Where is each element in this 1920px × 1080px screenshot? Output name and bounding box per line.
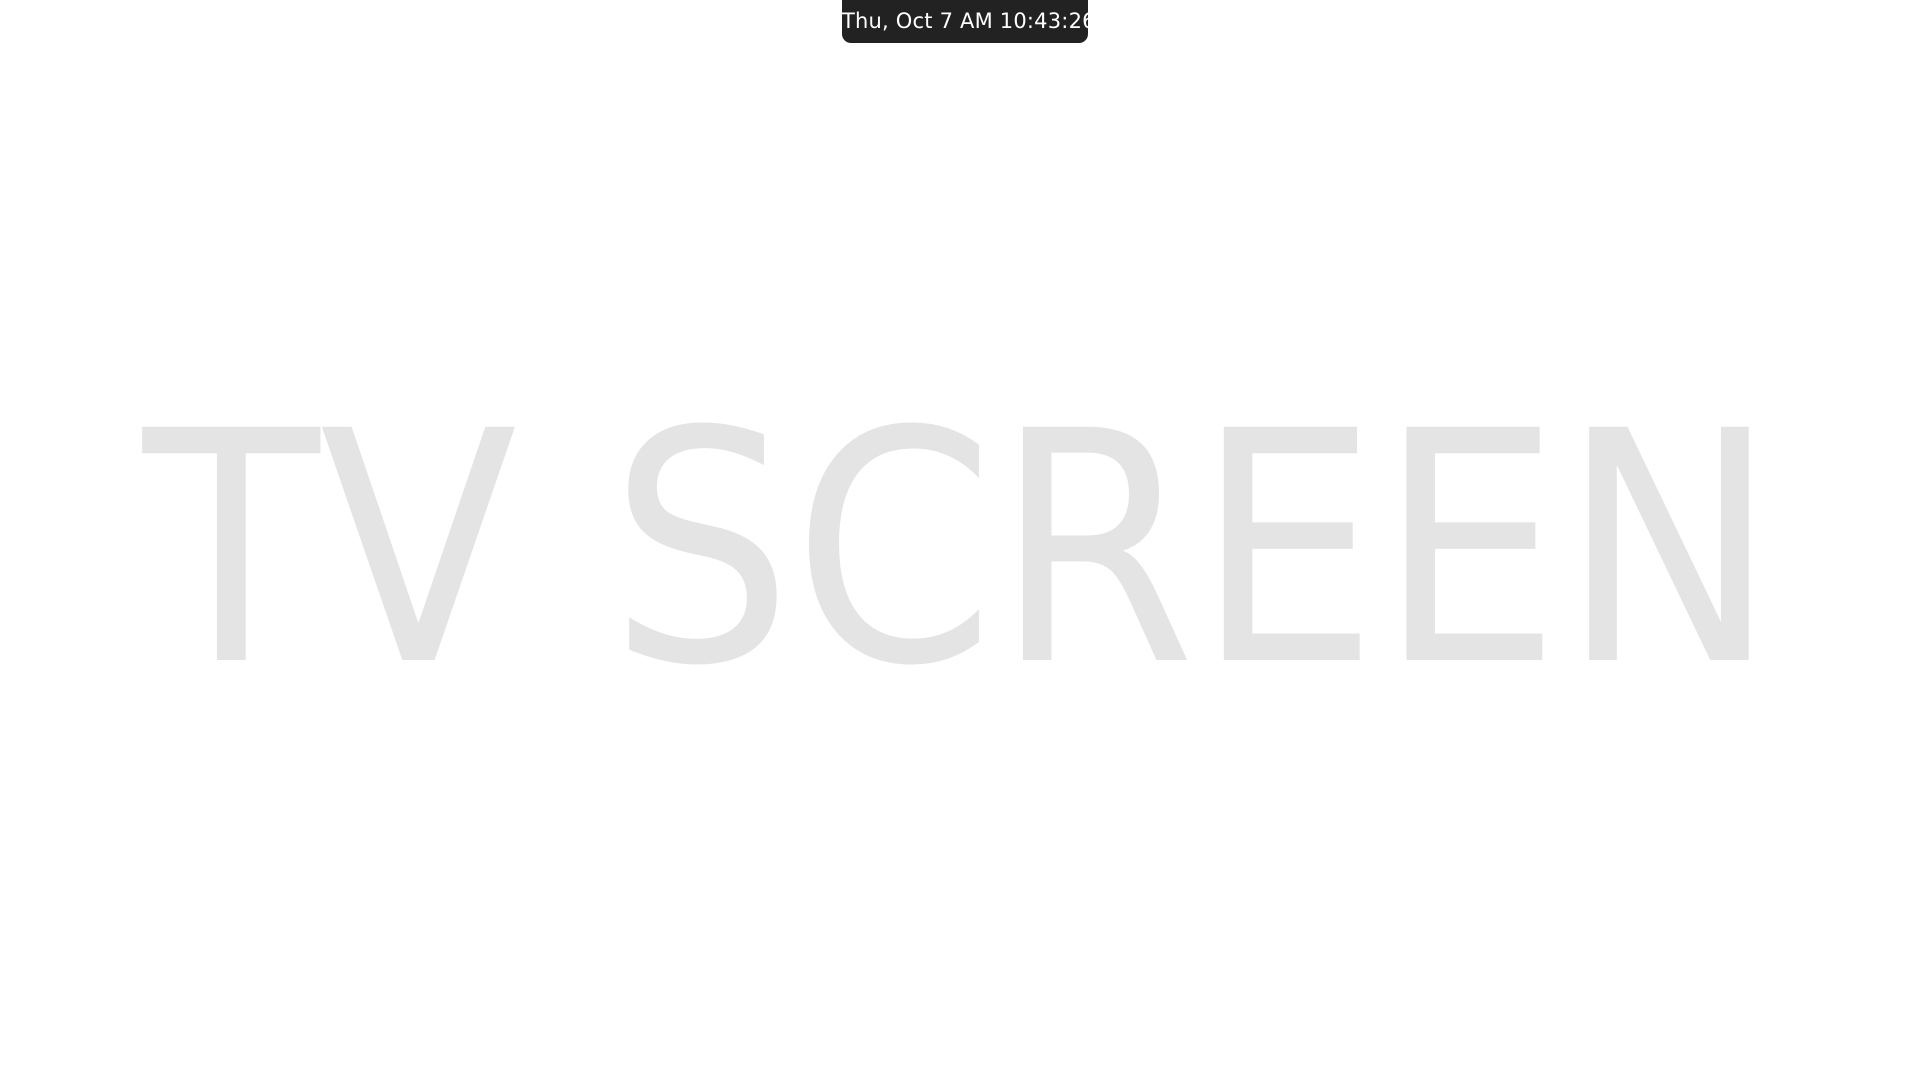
watermark-text: TV SCREEN — [138, 420, 1777, 680]
tv-screen-placeholder: TV SCREEN — [0, 420, 1920, 680]
datetime-display: Thu, Oct 7 AM 10:43:26 — [842, 0, 1096, 43]
watermark-svg: TV SCREEN — [138, 420, 1777, 680]
